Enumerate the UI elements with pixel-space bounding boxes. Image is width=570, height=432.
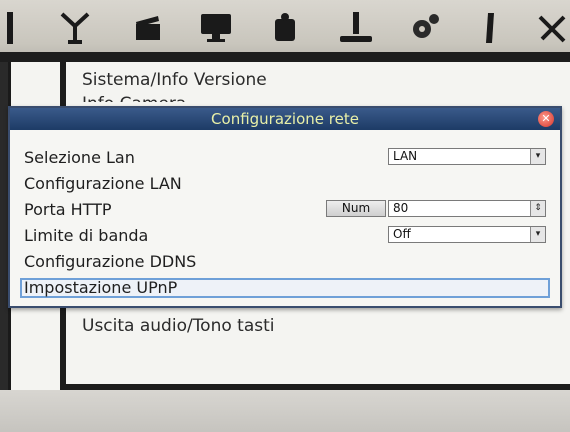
lan-select-label: Selezione Lan [24, 148, 135, 167]
usb-icon[interactable] [470, 6, 510, 50]
toolbar-divider [0, 52, 570, 62]
chevron-down-icon[interactable]: ▾ [530, 149, 545, 164]
spinner-icon[interactable]: ⇕ [530, 201, 545, 216]
monitor-icon[interactable] [196, 6, 236, 50]
antenna-icon[interactable] [55, 6, 95, 50]
lan-select-dropdown[interactable]: LAN ▾ [388, 148, 546, 165]
clapperboard-icon[interactable] [128, 6, 168, 50]
http-port-label: Porta HTTP [24, 200, 112, 219]
antenna-icon[interactable] [0, 6, 40, 50]
bandwidth-limit-value: Off [393, 227, 411, 241]
ddns-config-item[interactable]: Configurazione DDNS [24, 252, 196, 271]
settings-gear-icon[interactable] [405, 6, 445, 50]
http-port-field[interactable]: 80 ⇕ [388, 200, 546, 217]
menu-item-audio-output[interactable]: Uscita audio/Tono tasti [82, 316, 275, 336]
main-toolbar [0, 0, 570, 62]
menu-item-system-info[interactable]: Sistema/Info Versione [82, 70, 267, 90]
lan-select-value: LAN [393, 149, 418, 163]
lan-config-item[interactable]: Configurazione LAN [24, 174, 182, 193]
dialog-titlebar: Configurazione rete [10, 108, 560, 130]
upnp-setting-item[interactable]: Impostazione UPnP [24, 278, 177, 297]
chevron-down-icon[interactable]: ▾ [530, 227, 545, 242]
screen-footer [0, 390, 570, 432]
camera-icon[interactable] [265, 6, 305, 50]
close-icon[interactable]: ✕ [538, 111, 554, 127]
bandwidth-limit-dropdown[interactable]: Off ▾ [388, 226, 546, 243]
http-port-value: 80 [393, 201, 409, 215]
dialog-title: Configurazione rete [211, 110, 359, 128]
hard-disk-icon[interactable] [336, 6, 376, 50]
bandwidth-limit-label: Limite di banda [24, 226, 149, 245]
network-config-dialog: Configurazione rete ✕ Selezione Lan LAN … [8, 106, 562, 308]
tools-icon[interactable] [532, 6, 570, 50]
num-keypad-button[interactable]: Num [326, 200, 386, 217]
